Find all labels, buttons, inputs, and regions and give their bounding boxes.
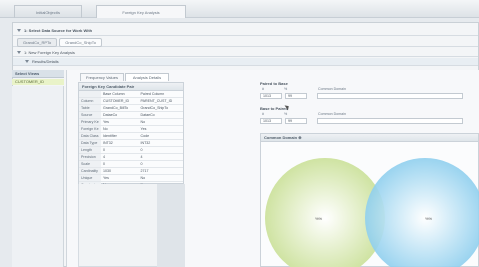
select-views-list [12, 86, 64, 267]
btp-percent-field[interactable]: 99 [285, 118, 307, 124]
ptb-count-header: # [262, 87, 264, 91]
ptb-percent-header: % [284, 87, 288, 91]
table-cell: Primary Ke [79, 118, 101, 126]
ratio-panel: Paired to Base # % Common Domain 1013 99… [260, 79, 475, 131]
candidate-pair-panel: Foreign Key Candidate Pair Base Column Pa… [78, 82, 184, 196]
select-view-item[interactable]: CUSTOMER_ID [12, 79, 64, 85]
table-cell: DataeCo [138, 111, 183, 119]
breadcrumb: 1: New Foreign Key Analysis [13, 49, 478, 57]
ptb-common-domain-header: Common Domain [318, 87, 346, 91]
table-cell: INT32 [101, 139, 139, 147]
table-cell: DataeCo [101, 111, 139, 119]
table-row: Cardinality 1030 2717 [79, 167, 183, 175]
common-domain-title: Common Domain ⊕ [261, 134, 478, 142]
select-views-header: Select Views [12, 70, 64, 78]
section-header: 1: Select Data Source for Work With [13, 26, 478, 36]
source-tab-billto[interactable]: GrandCo_RPTo [17, 37, 58, 47]
results-details-bar[interactable]: Results/Details [13, 58, 478, 66]
btp-count-header: # [262, 112, 264, 116]
top-tab-bar: InitialObjectIs Foreign Key Analysis [0, 0, 479, 18]
btp-common-domain-header: Common Domain [318, 112, 346, 116]
table-cell: Data Class [79, 132, 101, 140]
table-cell: Precision [79, 153, 101, 161]
table-cell: PARENT_CUST_ID [138, 97, 183, 105]
tab-frequency-values[interactable]: Frequency Values [80, 73, 124, 81]
chevron-down-icon[interactable] [25, 60, 29, 63]
base-circle-label: %% [315, 216, 323, 221]
table-cell: Yes [101, 118, 139, 126]
base-to-paired-fields: 1013 99 [260, 118, 463, 124]
ptb-common-domain-field[interactable] [317, 93, 463, 99]
table-cell: Length [79, 146, 101, 154]
table-scroll-column [157, 184, 185, 267]
table-cell: Cardinality [79, 167, 101, 175]
ptb-count-field[interactable]: 1013 [260, 93, 282, 99]
btp-count-field[interactable]: 1013 [260, 118, 282, 124]
common-domain-panel: Common Domain ⊕ %% %% [260, 133, 479, 267]
table-cell: 1030 [101, 167, 139, 175]
table-cell: CUSTOMER_ID [101, 97, 139, 105]
table-cell: Code [138, 132, 183, 140]
tab-analysis-details[interactable]: Analysis Details [125, 73, 169, 81]
table-cell: Unique [79, 174, 101, 182]
table-cell: Source [79, 111, 101, 119]
results-details-label: Results/Details [32, 59, 59, 64]
table-cell: 4 [138, 153, 183, 161]
table-cell: 0 [138, 146, 183, 154]
table-cell: 0 [138, 160, 183, 168]
chevron-down-icon[interactable] [17, 51, 21, 54]
breadcrumb-label: 1: New Foreign Key Analysis [24, 50, 75, 55]
table-row: Data Class Identifier Code [79, 132, 183, 140]
table-cell: Yes [101, 174, 139, 182]
tab-foreign-key-analysis[interactable]: Foreign Key Analysis [96, 5, 186, 18]
table-cell: INT32 [138, 139, 183, 147]
table-cell: 2717 [138, 167, 183, 175]
table-cell: Identifier [101, 132, 139, 140]
table-row: Column CUSTOMER_ID PARENT_CUST_ID [79, 97, 183, 105]
source-tab-row: GrandCo_RPTo GrandCo_ShipTo [13, 37, 478, 47]
base-to-paired-headers: # % Common Domain [262, 112, 346, 116]
table-cell: No [101, 125, 139, 133]
table-cell: GrandCo_BillTo [101, 104, 139, 112]
table-cell: No [138, 174, 183, 182]
table-cell: GrandCo_ShipTo [138, 104, 183, 112]
table-cell: 0 [101, 160, 139, 168]
table-cell: Data Type [79, 139, 101, 147]
btp-percent-header: % [284, 112, 288, 116]
candidate-pair-empty [78, 184, 185, 267]
table-row: Foreign Ke No Yes [79, 125, 183, 133]
table-cell: 0 [101, 146, 139, 154]
paired-circle-label: %% [425, 216, 433, 221]
table-row: Unique Yes No [79, 174, 183, 182]
candidate-pair-title: Foreign Key Candidate Pair [79, 83, 183, 91]
ptb-percent-field[interactable]: 99 [285, 93, 307, 99]
table-row: Scale 0 0 [79, 160, 183, 168]
venn-diagram: %% %% [265, 158, 479, 267]
table-cell: Yes [138, 125, 183, 133]
section-header-label: 1: Select Data Source for Work With [24, 28, 93, 33]
source-tab-shipto[interactable]: GrandCo_ShipTo [59, 37, 102, 47]
table-row: Data Type INT32 INT32 [79, 139, 183, 147]
base-to-paired-title: Base to Paired [260, 106, 288, 111]
table-cell: Column [79, 97, 101, 105]
btp-common-domain-field[interactable] [317, 118, 463, 124]
table-row: Precision 4 4 [79, 153, 183, 161]
table-cell: 4 [101, 153, 139, 161]
table-row: Length 0 0 [79, 146, 183, 154]
table-cell: Scale [79, 160, 101, 168]
table-cell: Table [79, 104, 101, 112]
table-row: Primary Ke Yes No [79, 118, 183, 126]
table-cell: No [138, 118, 183, 126]
table-row: Source DataeCo DataeCo [79, 111, 183, 119]
paired-circle [365, 158, 479, 267]
paired-to-base-fields: 1013 99 [260, 93, 463, 99]
paired-to-base-title: Paired to Base [260, 81, 288, 86]
candidate-pair-table: Base Column Paired Column Column CUSTOMER_I… [79, 91, 183, 196]
table-row: Table GrandCo_BillTo GrandCo_ShipTo [79, 104, 183, 112]
collapse-icon[interactable] [17, 29, 21, 32]
paired-to-base-headers: # % Common Domain [262, 87, 346, 91]
table-cell: Foreign Ke [79, 125, 101, 133]
tab-initial-object[interactable]: InitialObjectIs [14, 5, 82, 18]
